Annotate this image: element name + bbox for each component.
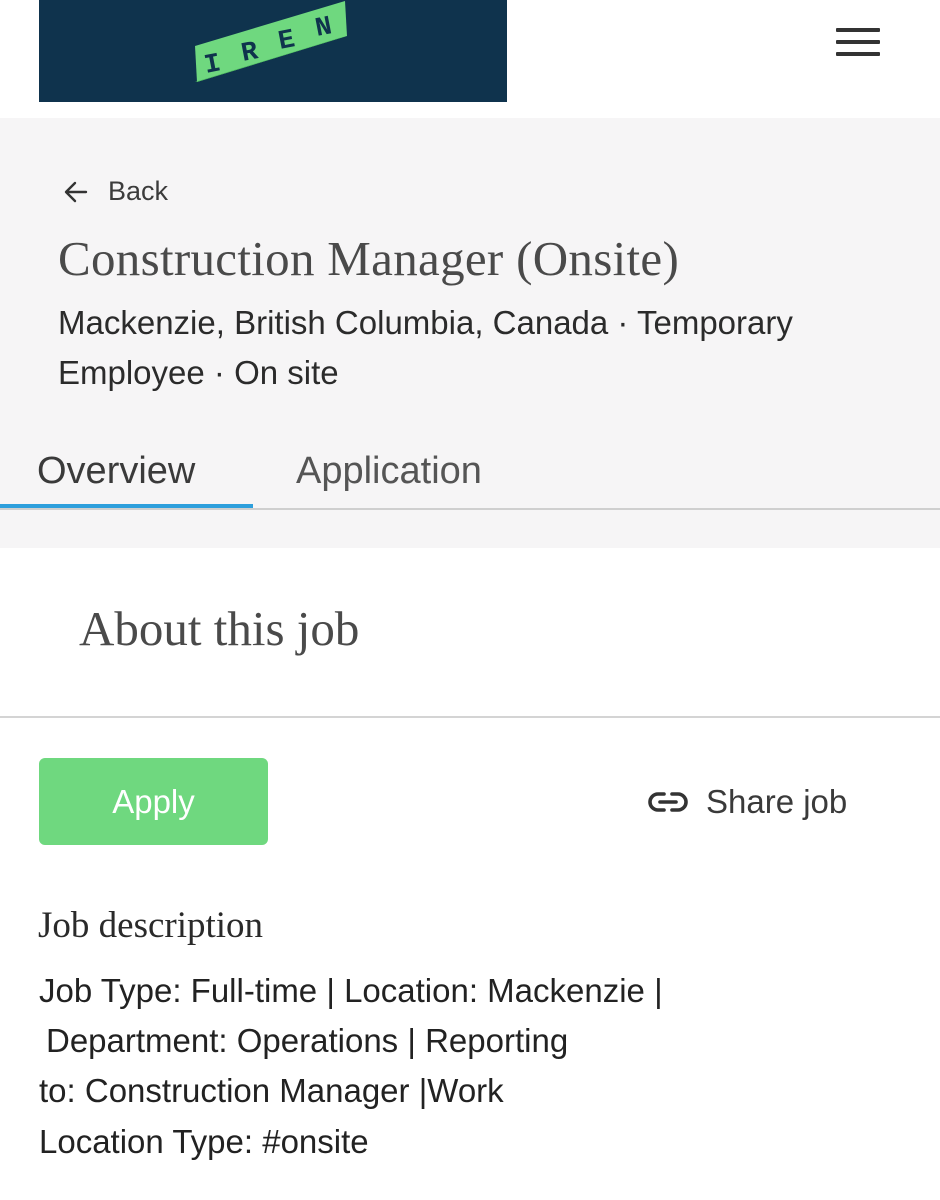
description-line: Job Type: Full-time | Location: Mackenzi… (39, 972, 663, 1009)
active-tab-indicator (0, 504, 253, 508)
description-line: Department: Operations | Reporting (46, 1022, 569, 1059)
top-bar: I R E N (0, 0, 940, 118)
tab-overview[interactable]: Overview (37, 450, 195, 493)
hamburger-icon[interactable] (836, 26, 882, 60)
page-title: Construction Manager (Onsite) (58, 231, 680, 286)
arrow-left-icon (64, 181, 88, 202)
apply-button[interactable]: Apply (39, 758, 268, 845)
description-line: to: Construction Manager |Work (39, 1072, 504, 1109)
back-button[interactable]: Back (62, 176, 168, 207)
share-job-button[interactable]: Share job (646, 780, 847, 824)
job-meta: Mackenzie, British Columbia, Canada · Te… (58, 304, 793, 391)
link-icon (648, 792, 688, 812)
iren-logo-icon: I R E N (195, 1, 347, 82)
share-job-label: Share job (706, 783, 848, 820)
job-header: Back Construction Manager (Onsite) Macke… (0, 118, 940, 548)
tab-bar: Overview Application (0, 436, 940, 510)
back-label: Back (108, 176, 169, 206)
logo[interactable]: I R E N (39, 0, 507, 102)
job-description-heading: Job description (38, 905, 264, 946)
divider (0, 716, 940, 718)
description-line: Location Type: #onsite (39, 1123, 369, 1160)
tab-application[interactable]: Application (296, 450, 482, 493)
section-title: About this job (79, 601, 360, 656)
